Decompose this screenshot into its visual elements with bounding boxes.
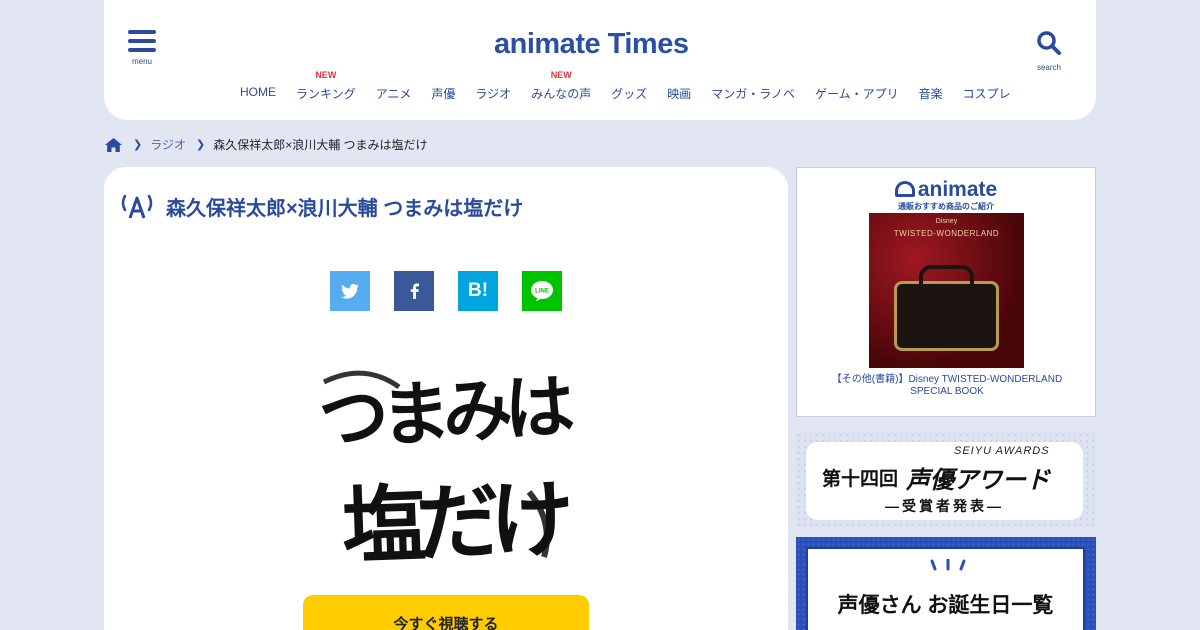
nav-item-seiyu[interactable]: 声優 xyxy=(421,85,465,102)
twitter-share-button[interactable] xyxy=(330,271,370,311)
product-caption[interactable]: 【その他(書籍)】Disney TWISTED-WONDERLAND SPECI… xyxy=(817,374,1077,398)
home-icon[interactable] xyxy=(104,137,123,153)
seiyu-birthday-card: 声優さん お誕生日一覧 xyxy=(806,547,1085,630)
new-badge: NEW xyxy=(315,70,337,80)
nav-item-goods[interactable]: グッズ xyxy=(601,85,657,102)
animate-logo-icon xyxy=(894,181,915,197)
nav-item-label: ゲーム・アプリ xyxy=(815,87,899,101)
breadcrumb-current: 森久保祥太郎×浪川大輔 つまみは塩だけ xyxy=(213,138,428,152)
search-label: search xyxy=(1036,63,1061,72)
nav-item-movie[interactable]: 映画 xyxy=(657,85,701,102)
breadcrumb-radio[interactable]: ラジオ xyxy=(150,136,186,153)
nav-item-game[interactable]: ゲーム・アプリ xyxy=(805,85,909,102)
ad-tagline: 通販おすすめ商品のご紹介 xyxy=(898,202,994,211)
awards-subtitle: —受賞者発表— xyxy=(885,498,1004,514)
share-buttons: B! LINE xyxy=(330,271,562,311)
birthday-title: 声優さん お誕生日一覧 xyxy=(837,594,1054,617)
nav-item-label: ランキング xyxy=(296,87,356,101)
search-icon xyxy=(1037,31,1061,55)
nav-item-cosplay[interactable]: コスプレ xyxy=(953,85,1021,102)
main-nav: HOME NEW ランキング アニメ 声優 ラジオ NEW みんなの声 グッズ 映画… xyxy=(230,70,1021,102)
calligraphy-line-2: 塩だけ xyxy=(340,469,570,572)
program-logo-calligraphy: つまみは 塩だけ xyxy=(317,364,575,572)
article-title: 森久保祥太郎×浪川大輔 つまみは塩だけ xyxy=(166,198,524,220)
line-share-button[interactable]: LINE xyxy=(522,271,562,311)
nav-item-manga[interactable]: マンガ・ラノベ xyxy=(701,85,805,102)
breadcrumb: ❯ ラジオ ❯ 森久保祥太郎×浪川大輔 つまみは塩だけ xyxy=(104,136,428,153)
seiyu-awards-card: SEIYU AWARDS 第十四回 声優アワード —受賞者発表— xyxy=(806,442,1083,520)
menu-icon-bar xyxy=(128,39,156,43)
facebook-share-button[interactable] xyxy=(394,271,434,311)
nav-item-home[interactable]: HOME xyxy=(230,85,286,102)
menu-icon-bar xyxy=(128,48,156,52)
awards-script: SEIYU AWARDS xyxy=(954,445,1050,457)
seiyu-birthday-banner[interactable]: 声優さん お誕生日一覧 xyxy=(796,537,1096,630)
ad-brand-row: animate xyxy=(797,178,1095,202)
line-icon: LINE xyxy=(531,281,553,302)
bag-image xyxy=(894,281,999,351)
ad-brand: animate xyxy=(917,178,998,201)
twitter-icon xyxy=(341,283,359,299)
nav-item-label: ラジオ xyxy=(475,87,512,101)
article-card: 森久保祥太郎×浪川大輔 つまみは塩だけ B! LINE つまみは 塩だけ 今すぐ… xyxy=(104,167,788,630)
product-title: TWISTED-WONDERLAND xyxy=(893,229,1000,238)
watch-now-button[interactable]: 今すぐ視聴する xyxy=(303,595,589,630)
facebook-icon xyxy=(410,283,419,299)
hatena-icon: B! xyxy=(467,280,489,301)
nav-item-anime[interactable]: アニメ xyxy=(366,85,422,102)
calligraphy-line-1: つまみは xyxy=(317,364,575,460)
nav-item-label: コスプレ xyxy=(962,87,1011,101)
menu-icon xyxy=(128,30,156,34)
nav-item-label: グッズ xyxy=(611,87,648,101)
nav-item-label: 音楽 xyxy=(918,87,943,101)
new-badge: NEW xyxy=(550,70,572,80)
awards-title: 声優アワード xyxy=(906,467,1050,494)
seiyu-awards-banner[interactable]: SEIYU AWARDS 第十四回 声優アワード —受賞者発表— xyxy=(796,432,1096,527)
nav-item-minna-no-koe[interactable]: NEW みんなの声 xyxy=(521,70,601,102)
menu-button[interactable]: menu xyxy=(126,30,158,66)
radio-antenna-icon xyxy=(121,194,153,218)
nav-item-music[interactable]: 音楽 xyxy=(909,85,953,102)
nav-item-radio[interactable]: ラジオ xyxy=(465,85,521,102)
animate-shop-ad[interactable]: animate 通販おすすめ商品のご紹介 Disney TWISTED-WOND… xyxy=(796,167,1096,417)
nav-item-label: 声優 xyxy=(431,87,456,101)
site-logo[interactable]: animate Times xyxy=(494,28,689,61)
chevron-right-icon: ❯ xyxy=(133,139,143,151)
article-header: 森久保祥太郎×浪川大輔 つまみは塩だけ xyxy=(120,192,523,221)
nav-item-label: 映画 xyxy=(667,87,692,101)
bag-handle xyxy=(919,265,974,287)
hatena-bookmark-button[interactable]: B! xyxy=(458,271,498,311)
site-header: menu animate Times search HOME NEW ランキング … xyxy=(104,0,1096,120)
nav-item-label: HOME xyxy=(240,85,276,99)
nav-item-label: マンガ・ラノベ xyxy=(711,87,795,101)
line-icon-text: LINE xyxy=(535,289,549,295)
nav-item-label: みんなの声 xyxy=(531,87,592,101)
nav-item-ranking[interactable]: NEW ランキング xyxy=(286,70,366,102)
chevron-right-icon: ❯ xyxy=(195,139,206,151)
product-image: Disney TWISTED-WONDERLAND xyxy=(869,213,1024,368)
search-button[interactable]: search xyxy=(1034,30,1064,72)
sparkle-icon xyxy=(930,559,966,571)
product-brand: Disney xyxy=(935,218,958,225)
awards-number: 第十四回 xyxy=(822,469,899,490)
nav-item-label: アニメ xyxy=(375,87,412,101)
menu-label: menu xyxy=(131,57,152,66)
